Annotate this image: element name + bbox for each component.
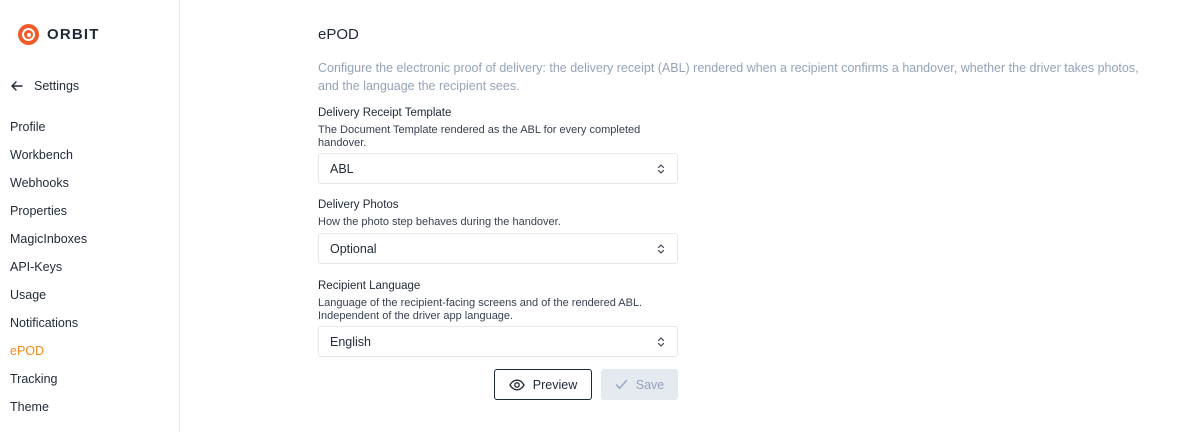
save-button[interactable]: Save bbox=[601, 369, 678, 400]
delivery-receipt-template-select[interactable]: ABL bbox=[318, 153, 678, 184]
settings-nav: Profile Workbench Webhooks Properties Ma… bbox=[10, 118, 87, 426]
arrow-left-icon bbox=[11, 81, 23, 91]
recipient-language-value: English bbox=[330, 334, 371, 349]
recipient-language-label: Recipient Language bbox=[318, 280, 421, 292]
save-label: Save bbox=[635, 377, 665, 392]
orbit-logo-icon bbox=[18, 24, 39, 45]
sidebar-item-tracking[interactable]: Tracking bbox=[10, 370, 87, 398]
delivery-photos-label: Delivery Photos bbox=[318, 199, 399, 211]
page-description: Configure the electronic proof of delive… bbox=[318, 61, 1139, 93]
brand-name: ORBIT bbox=[47, 26, 100, 43]
brand[interactable]: ORBIT bbox=[18, 24, 100, 45]
sidebar-item-properties[interactable]: Properties bbox=[10, 202, 87, 230]
back-to-settings-link[interactable]: Settings bbox=[10, 79, 79, 93]
delivery-photos-select[interactable]: Optional bbox=[318, 233, 678, 264]
sidebar-item-workbench[interactable]: Workbench bbox=[10, 146, 87, 174]
delivery-photos-help: How the photo step behaves during the ha… bbox=[318, 216, 561, 228]
preview-button[interactable]: Preview bbox=[494, 369, 592, 400]
page-title: ePOD bbox=[318, 26, 359, 43]
sidebar-item-webhooks[interactable]: Webhooks bbox=[10, 174, 87, 202]
settings-sidebar: ORBIT Settings Profile Workbench Webhook… bbox=[0, 0, 180, 432]
check-icon bbox=[615, 379, 627, 389]
sidebar-item-api-keys[interactable]: API-Keys bbox=[10, 258, 87, 286]
sidebar-item-profile[interactable]: Profile bbox=[10, 118, 87, 146]
chevron-up-down-icon bbox=[657, 164, 665, 174]
eye-icon bbox=[509, 379, 525, 390]
sidebar-item-usage[interactable]: Usage bbox=[10, 286, 87, 314]
sidebar-item-theme[interactable]: Theme bbox=[10, 398, 87, 426]
preview-label: Preview bbox=[532, 377, 578, 392]
sidebar-item-notifications[interactable]: Notifications bbox=[10, 314, 87, 342]
back-label: Settings bbox=[34, 79, 80, 93]
sidebar-item-magicinboxes[interactable]: MagicInboxes bbox=[10, 230, 87, 258]
recipient-language-select[interactable]: English bbox=[318, 326, 678, 357]
delivery-receipt-template-label: Delivery Receipt Template bbox=[318, 107, 452, 119]
chevron-up-down-icon bbox=[657, 337, 665, 347]
sidebar-item-epod[interactable]: ePOD bbox=[10, 342, 87, 370]
delivery-photos-value: Optional bbox=[330, 241, 377, 256]
delivery-receipt-template-value: ABL bbox=[330, 161, 354, 176]
delivery-receipt-template-help: The Document Template rendered as the AB… bbox=[318, 124, 641, 149]
recipient-language-help: Language of the recipient-facing screens… bbox=[318, 297, 643, 322]
chevron-up-down-icon bbox=[657, 244, 665, 254]
